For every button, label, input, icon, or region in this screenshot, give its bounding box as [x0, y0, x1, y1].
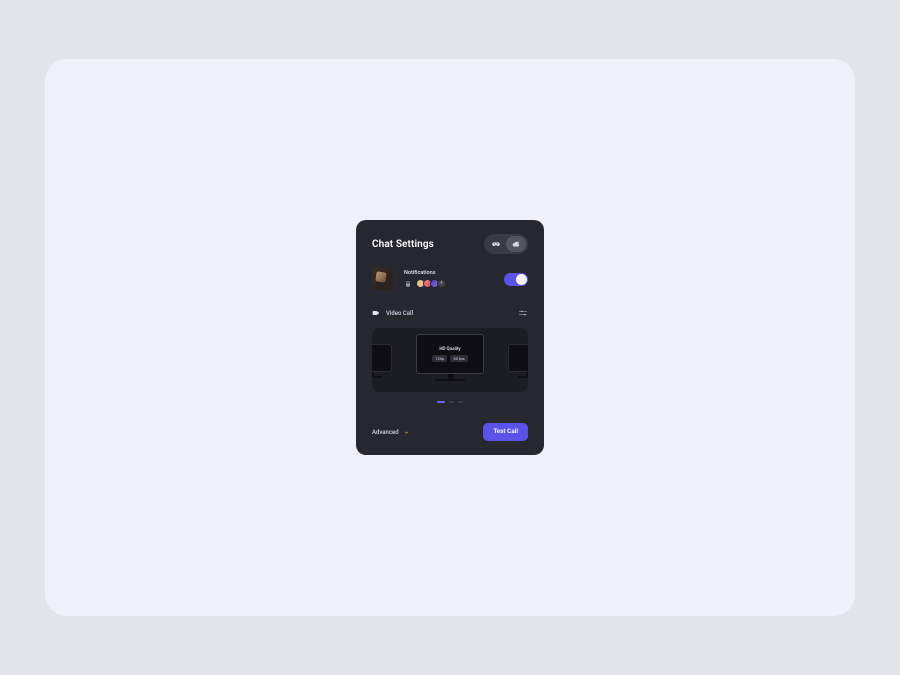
quality-title: HD Quality [439, 347, 460, 352]
avatar-stack: + [416, 279, 446, 288]
advanced-toggle[interactable]: Advanced [372, 429, 410, 436]
panel-header: Chat Settings [372, 234, 528, 254]
chevron-down-icon [403, 429, 410, 436]
video-camera-icon [372, 309, 380, 317]
video-section-header: Video Call [372, 308, 528, 318]
carousel-dot-3[interactable] [458, 401, 463, 403]
test-call-button[interactable]: Test Call [483, 423, 528, 441]
carousel-item-next[interactable] [508, 344, 528, 378]
adjustments-button[interactable] [518, 308, 528, 318]
carousel-dot-2[interactable] [449, 401, 454, 403]
notifications-info: Notifications + [404, 270, 504, 288]
segment-cloud[interactable] [506, 236, 526, 252]
carousel-dot-1[interactable] [437, 401, 445, 403]
notifications-label: Notifications [404, 270, 504, 276]
panel-footer: Advanced Test Call [372, 423, 528, 441]
cloud-moon-icon [511, 239, 521, 249]
notifications-row: Notifications + [372, 268, 528, 290]
carousel-item-prev[interactable] [372, 344, 392, 378]
carousel-item-current[interactable]: HD Quality 720p 30 fps [416, 334, 484, 381]
participants-row: + [404, 279, 504, 288]
sliders-icon [518, 308, 528, 318]
game-controller-icon [491, 239, 501, 249]
lock-icon [404, 280, 416, 288]
segment-gaming[interactable] [486, 236, 506, 252]
quality-chips: 720p 30 fps [432, 355, 467, 362]
video-section-label: Video Call [386, 310, 413, 317]
quality-card: HD Quality 720p 30 fps [417, 335, 483, 373]
carousel-dots [372, 401, 528, 403]
page-background: Chat Settings Notifications [45, 59, 855, 616]
notifications-toggle[interactable] [504, 273, 528, 286]
chat-settings-panel: Chat Settings Notifications [356, 220, 544, 455]
quality-chip-fps: 30 fps [450, 355, 467, 362]
avatar-more[interactable]: + [437, 279, 446, 288]
panel-title: Chat Settings [372, 239, 434, 250]
quality-chip-resolution: 720p [432, 355, 447, 362]
video-quality-carousel[interactable]: HD Quality 720p 30 fps [372, 328, 528, 392]
video-title-group: Video Call [372, 309, 413, 317]
mode-segment [484, 234, 528, 254]
advanced-label: Advanced [372, 429, 399, 436]
notifications-thumbnail[interactable] [372, 268, 394, 290]
